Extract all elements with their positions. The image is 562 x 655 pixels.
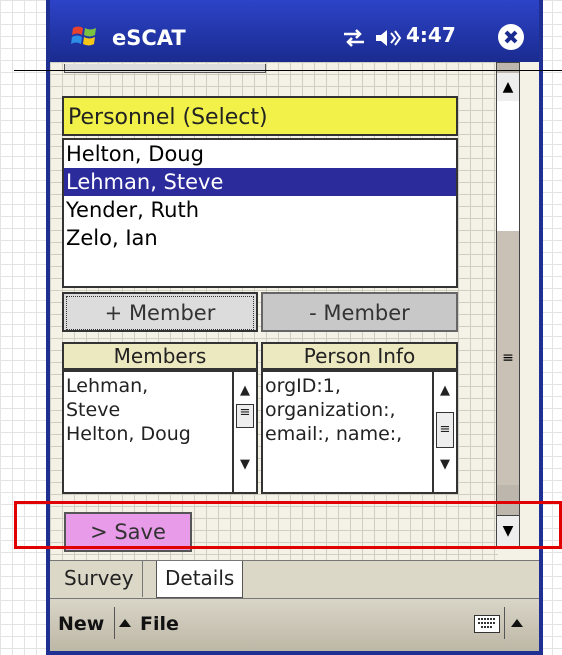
add-member-button[interactable]: + Member: [62, 292, 258, 332]
arrow-up-icon[interactable]: [118, 617, 132, 629]
person-info-box[interactable]: orgID:1, organization:, email:, name:, ▲…: [261, 370, 458, 494]
tab-details[interactable]: Details: [156, 561, 244, 598]
list-item-selected[interactable]: Lehman, Steve: [64, 168, 456, 196]
member-line: Lehman,: [66, 375, 149, 397]
members-header: Members: [62, 342, 258, 370]
person-info-header: Person Info: [261, 342, 458, 370]
connectivity-icon[interactable]: [342, 28, 366, 48]
grip-icon[interactable]: ≡: [497, 231, 519, 485]
keyboard-icon[interactable]: [474, 615, 500, 633]
remove-member-button[interactable]: - Member: [261, 292, 458, 332]
tab-survey[interactable]: Survey: [56, 561, 143, 597]
grip-icon[interactable]: ≡: [436, 412, 454, 448]
members-scrollbar[interactable]: ▲ ≡ ▼: [232, 372, 256, 492]
scroll-track[interactable]: [497, 101, 519, 231]
list-item[interactable]: Helton, Doug: [64, 140, 456, 168]
save-highlight-box: [14, 501, 562, 549]
person-info-text: orgID:1, organization:, email:, name:,: [265, 374, 402, 446]
close-button[interactable]: [498, 24, 524, 50]
pocketpc-device: eSCAT 4:47 Personnel (Select) Helton, Do…: [46, 0, 543, 655]
add-member-label: + Member: [66, 296, 254, 330]
keyboard-keys: [478, 618, 496, 628]
arrow-up-icon[interactable]: [510, 617, 524, 629]
info-line: organization:,: [265, 399, 396, 421]
info-line: orgID:1,: [265, 375, 341, 397]
close-icon: [504, 30, 518, 44]
list-item[interactable]: Yender, Ruth: [64, 196, 456, 224]
arrow-up-icon[interactable]: ▲: [434, 380, 456, 402]
members-list[interactable]: Lehman, Steve Helton, Doug ▲ ≡ ▼: [62, 370, 258, 494]
person-info-scrollbar[interactable]: ▲ ≡ ▼: [432, 372, 456, 492]
main-scrollbar[interactable]: ▲ ≡ ▼: [496, 62, 520, 546]
tab-bar: Survey Details: [50, 560, 539, 599]
speaker-icon[interactable]: [374, 28, 402, 48]
member-line: Steve: [66, 399, 121, 421]
clock[interactable]: 4:47: [406, 23, 456, 47]
windows-logo-icon[interactable]: [70, 22, 100, 50]
info-line: email:, name:,: [265, 423, 403, 445]
grip-icon[interactable]: ≡: [236, 404, 254, 428]
previous-control-edge: [64, 64, 266, 73]
app-title: eSCAT: [112, 26, 186, 50]
personnel-list[interactable]: Helton, Doug Lehman, Steve Yender, Ruth …: [62, 138, 458, 288]
menu-file[interactable]: File: [140, 613, 179, 635]
arrow-up-icon[interactable]: ▲: [234, 380, 256, 402]
details-form: Personnel (Select) Helton, Doug Lehman, …: [50, 62, 539, 560]
menu-separator: [504, 607, 505, 639]
arrow-down-icon[interactable]: ▼: [434, 454, 456, 476]
members-text: Lehman, Steve Helton, Doug: [66, 374, 191, 446]
arrow-down-icon[interactable]: ▼: [234, 454, 256, 476]
member-line: Helton, Doug: [66, 423, 191, 445]
outer-outline-top: [14, 70, 562, 71]
menu-new[interactable]: New: [58, 613, 104, 635]
menu-separator: [114, 607, 115, 639]
arrow-up-icon[interactable]: ▲: [497, 73, 519, 102]
list-item[interactable]: Zelo, Ian: [64, 224, 456, 252]
menu-bar: New File: [50, 598, 539, 651]
personnel-header: Personnel (Select): [62, 96, 458, 136]
title-bar: eSCAT 4:47: [50, 0, 539, 62]
